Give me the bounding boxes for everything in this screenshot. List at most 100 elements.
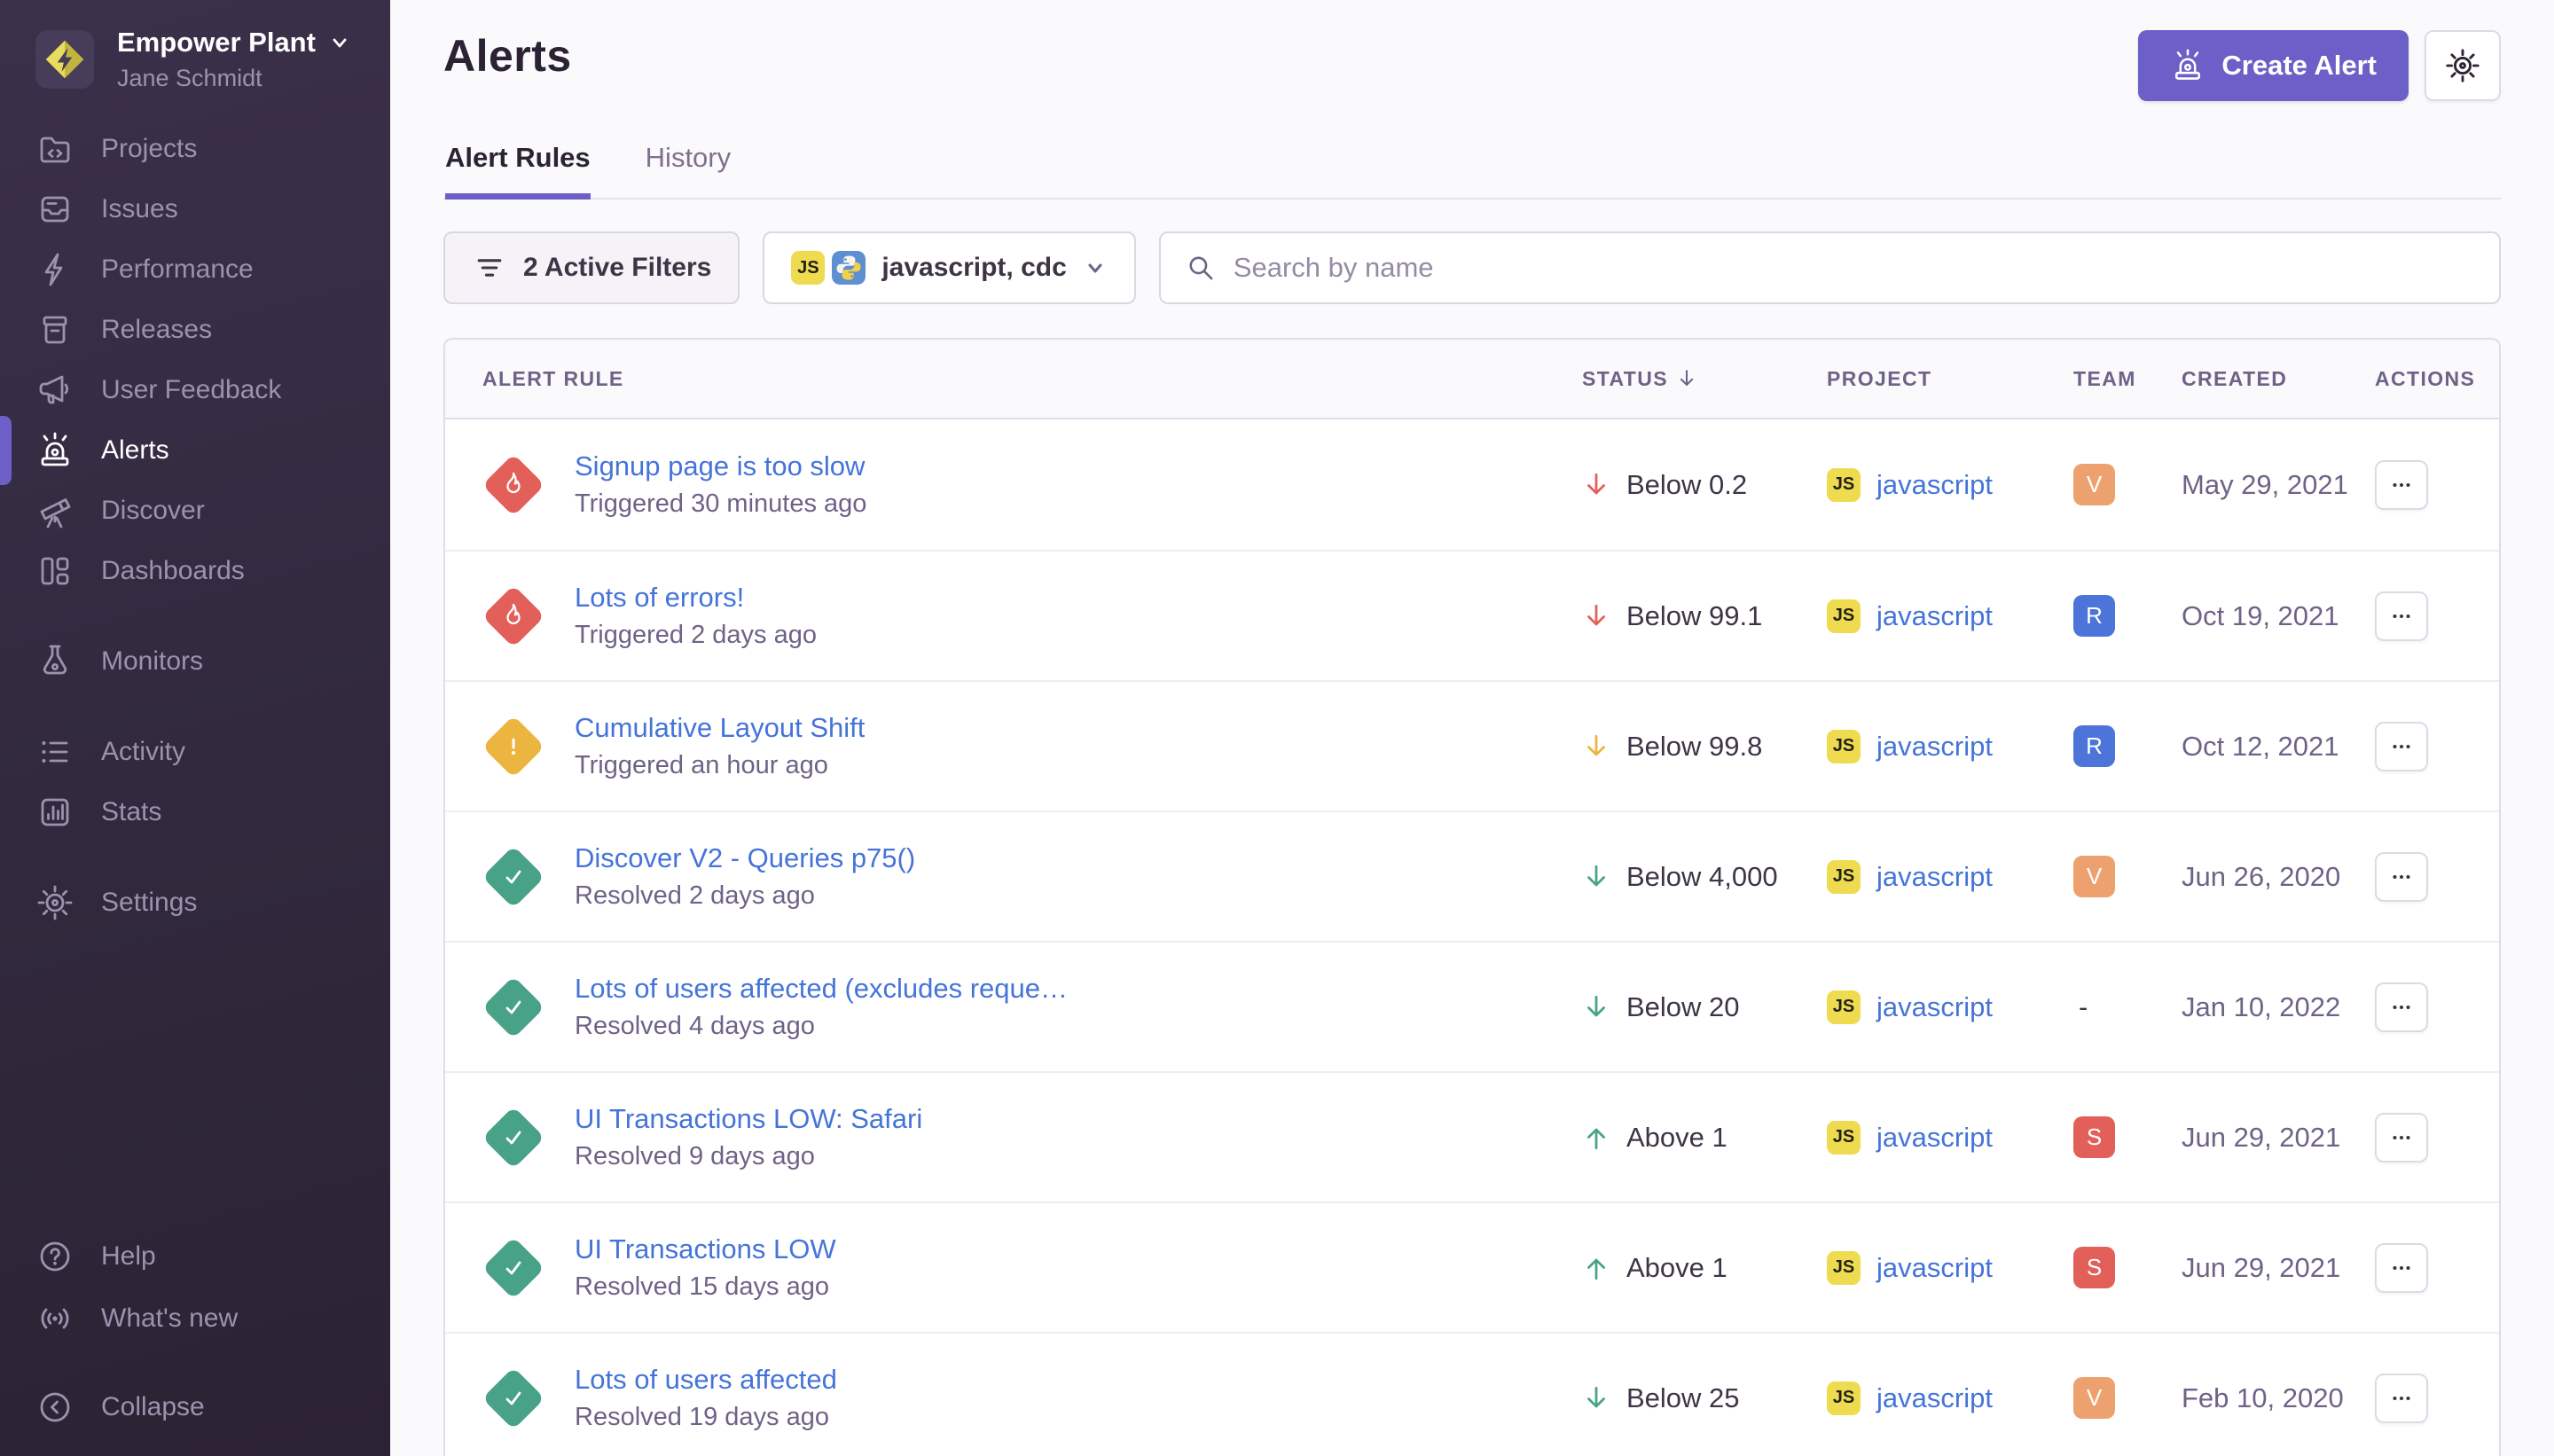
active-nav-indicator [0, 416, 12, 485]
alerts-settings-button[interactable] [2425, 30, 2501, 101]
alert-rule-link[interactable]: Lots of users affected [575, 1364, 837, 1396]
python-platform-icon [832, 251, 866, 285]
sidebar-item-label: Monitors [101, 646, 203, 677]
column-header-status[interactable]: STATUS [1582, 367, 1827, 391]
alert-rule-link[interactable]: UI Transactions LOW [575, 1233, 836, 1265]
discover-telescope-icon [35, 491, 74, 530]
status-value: Above 1 [1626, 1122, 1727, 1154]
alert-rules-table: ALERT RULE STATUS PROJECT TEAM CREATED A… [443, 338, 2501, 1456]
active-filters-label: 2 Active Filters [523, 253, 711, 283]
project-link[interactable]: javascript [1876, 1122, 1993, 1154]
active-filters-button[interactable]: 2 Active Filters [443, 231, 740, 304]
alert-rule-link[interactable]: Lots of users affected (excludes reque… [575, 973, 1068, 1005]
alert-rule-link[interactable]: Discover V2 - Queries p75() [575, 842, 915, 874]
monitors-flask-icon [35, 642, 74, 681]
alert-rule-link[interactable]: Lots of errors! [575, 582, 817, 614]
row-actions-button[interactable] [2375, 591, 2428, 641]
activity-list-icon [35, 732, 74, 771]
ellipsis-icon [2388, 1385, 2415, 1412]
alert-rule-status-text: Resolved 15 days ago [575, 1272, 836, 1302]
sidebar-item-alerts[interactable]: Alerts [0, 420, 390, 481]
project-link[interactable]: javascript [1876, 600, 1993, 632]
project-link[interactable]: javascript [1876, 1382, 1993, 1414]
sidebar-item-help[interactable]: Help [0, 1225, 390, 1288]
search-input[interactable] [1234, 252, 2476, 284]
table-row: Signup page is too slow Triggered 30 min… [445, 419, 2499, 550]
alert-rule-link[interactable]: Cumulative Layout Shift [575, 712, 865, 744]
search-icon [1184, 251, 1218, 285]
sidebar-item-projects[interactable]: Projects [0, 119, 390, 179]
alert-critical-icon [482, 584, 545, 647]
org-switcher[interactable]: Empower Plant Jane Schmidt [0, 0, 390, 92]
sidebar-item-whats-new[interactable]: What's new [0, 1288, 390, 1350]
stats-bar-chart-icon [35, 793, 74, 832]
tab-bar: Alert Rules History [443, 142, 2501, 200]
javascript-platform-icon: JS [1827, 860, 1861, 894]
help-icon [35, 1237, 74, 1276]
sidebar-nav: Projects Issues Performance Releases Use… [0, 119, 390, 933]
create-alert-button[interactable]: Create Alert [2138, 30, 2409, 101]
tab-alert-rules[interactable]: Alert Rules [445, 142, 591, 200]
threshold-direction-icon [1582, 993, 1610, 1022]
create-alert-label: Create Alert [2221, 50, 2377, 82]
ellipsis-icon [2388, 864, 2415, 890]
project-selector-dropdown[interactable]: JS javascript, cdc [763, 231, 1135, 304]
alerts-siren-icon [35, 431, 74, 470]
sidebar-item-label: Dashboards [101, 556, 245, 586]
sidebar-item-discover[interactable]: Discover [0, 481, 390, 541]
sidebar-item-collapse[interactable]: Collapse [0, 1376, 390, 1438]
column-header-actions: ACTIONS [2375, 367, 2499, 391]
sidebar-item-dashboards[interactable]: Dashboards [0, 541, 390, 601]
javascript-platform-icon: JS [1827, 599, 1861, 633]
row-actions-button[interactable] [2375, 982, 2428, 1032]
row-actions-button[interactable] [2375, 722, 2428, 771]
search-bar [1159, 231, 2501, 304]
sidebar-item-issues[interactable]: Issues [0, 179, 390, 239]
sidebar-item-label: Performance [101, 254, 254, 285]
row-actions-button[interactable] [2375, 1374, 2428, 1423]
project-link[interactable]: javascript [1876, 991, 1993, 1023]
projects-icon [35, 129, 74, 168]
dashboards-layout-icon [35, 552, 74, 591]
row-actions-button[interactable] [2375, 460, 2428, 510]
sidebar-item-label: Activity [101, 737, 185, 767]
project-link[interactable]: javascript [1876, 731, 1993, 763]
alert-rule-status-text: Resolved 9 days ago [575, 1142, 922, 1171]
sidebar-item-stats[interactable]: Stats [0, 782, 390, 842]
team-avatar: R [2073, 595, 2115, 637]
created-date: Oct 12, 2021 [2182, 731, 2375, 763]
alert-resolved-icon [482, 1106, 545, 1169]
project-link[interactable]: javascript [1876, 469, 1993, 501]
javascript-platform-icon: JS [1827, 1382, 1861, 1415]
alert-rule-link[interactable]: UI Transactions LOW: Safari [575, 1103, 922, 1135]
sidebar-item-user-feedback[interactable]: User Feedback [0, 360, 390, 420]
alert-rule-link[interactable]: Signup page is too slow [575, 450, 866, 482]
alert-rule-status-text: Triggered 2 days ago [575, 621, 817, 650]
sidebar-item-performance[interactable]: Performance [0, 239, 390, 300]
row-actions-button[interactable] [2375, 1243, 2428, 1293]
project-link[interactable]: javascript [1876, 861, 1993, 893]
tab-history[interactable]: History [646, 142, 731, 200]
collapse-chevron-left-icon [35, 1388, 74, 1427]
alert-critical-icon [482, 453, 545, 516]
sidebar-item-label: What's new [101, 1303, 238, 1334]
releases-archive-icon [35, 310, 74, 349]
table-row: UI Transactions LOW Resolved 15 days ago… [445, 1202, 2499, 1332]
table-row: Cumulative Layout Shift Triggered an hou… [445, 680, 2499, 810]
row-actions-button[interactable] [2375, 1113, 2428, 1162]
sidebar-item-releases[interactable]: Releases [0, 300, 390, 360]
sidebar-item-label: Discover [101, 496, 205, 526]
alert-rule-status-text: Resolved 2 days ago [575, 881, 915, 911]
sidebar-item-monitors[interactable]: Monitors [0, 631, 390, 692]
threshold-direction-icon [1582, 602, 1610, 630]
project-link[interactable]: javascript [1876, 1252, 1993, 1284]
threshold-direction-icon [1582, 732, 1610, 761]
column-header-created: CREATED [2182, 367, 2375, 391]
table-row: Discover V2 - Queries p75() Resolved 2 d… [445, 810, 2499, 941]
sidebar-item-settings[interactable]: Settings [0, 873, 390, 933]
filter-icon [472, 250, 507, 286]
sidebar-item-activity[interactable]: Activity [0, 722, 390, 782]
sidebar-item-label: Settings [101, 888, 197, 918]
row-actions-button[interactable] [2375, 852, 2428, 902]
alert-rule-status-text: Resolved 4 days ago [575, 1012, 1068, 1041]
